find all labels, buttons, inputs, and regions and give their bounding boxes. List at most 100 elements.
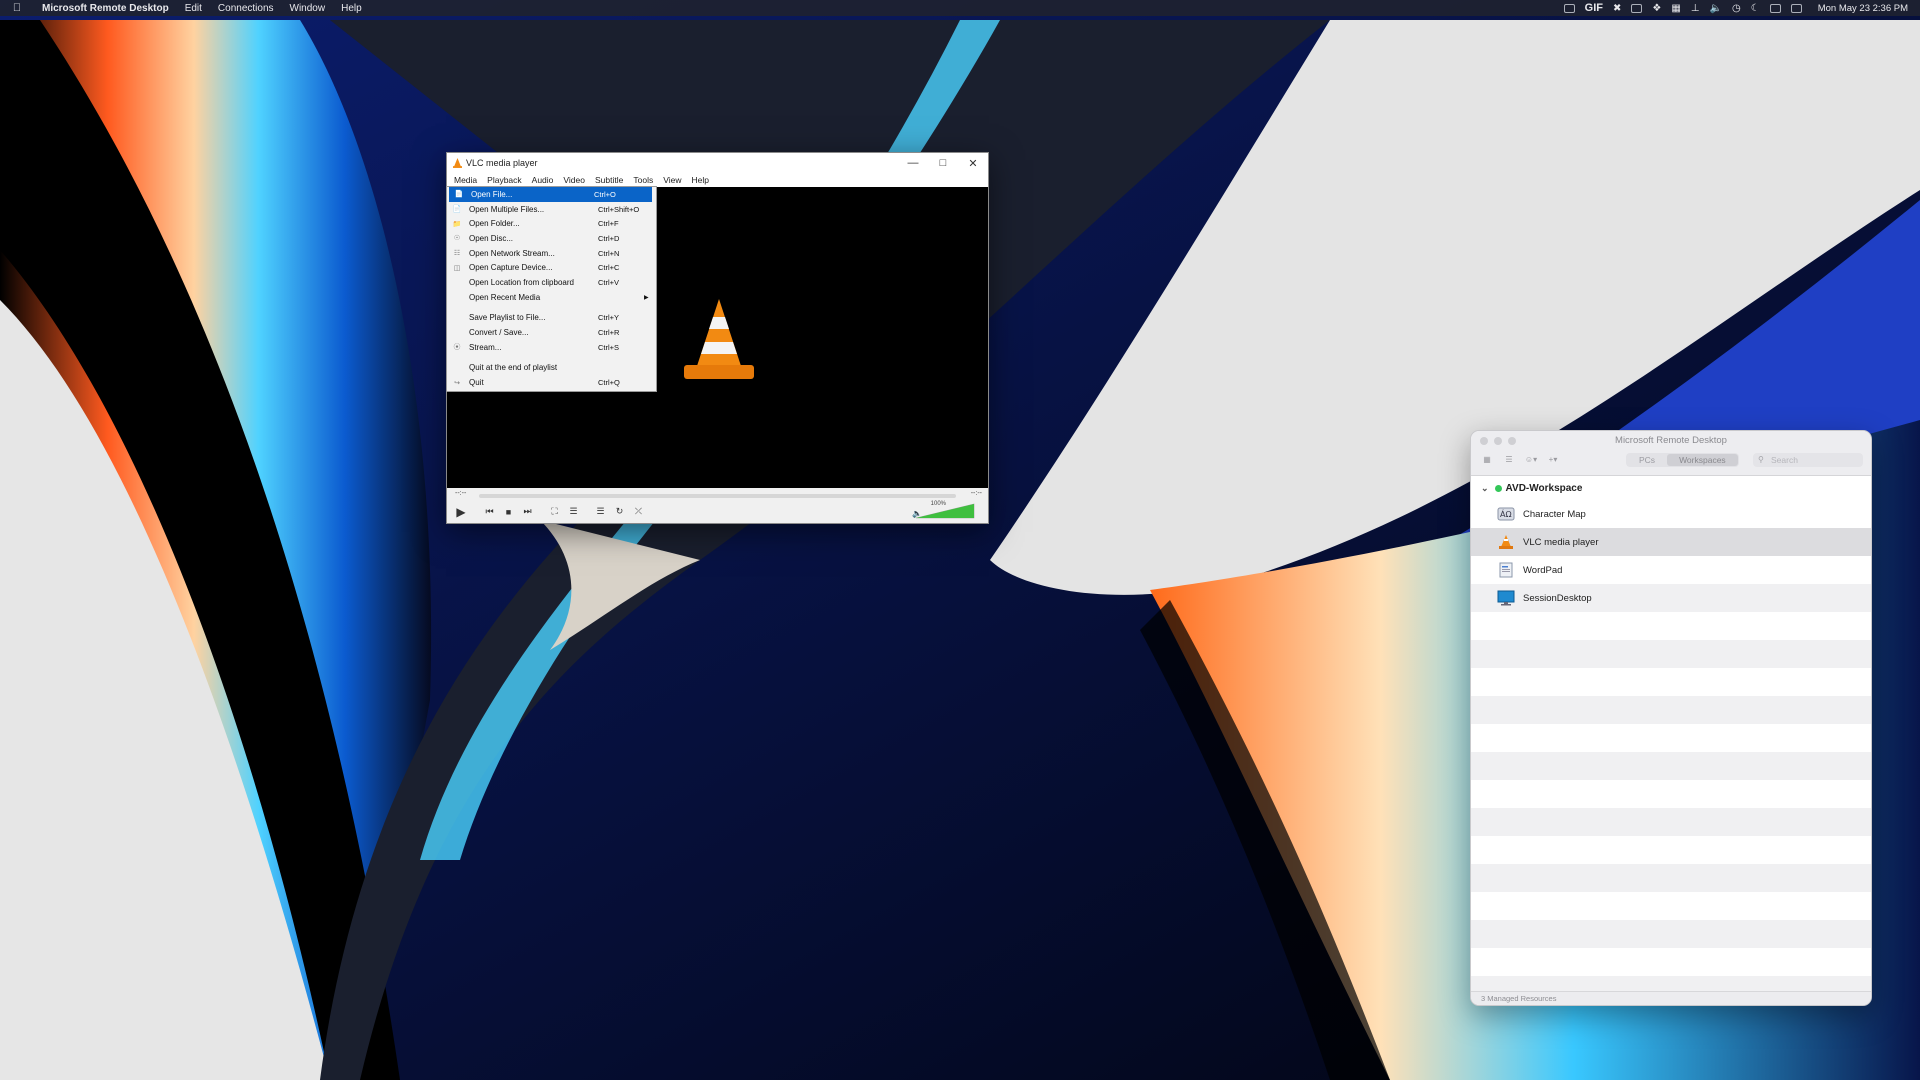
menu-item-label: Open Capture Device... [469, 263, 553, 273]
volume-icon[interactable]: 🔈 [1710, 3, 1722, 14]
camera-icon[interactable] [1631, 3, 1643, 13]
workspace-name: AVD-Workspace [1505, 482, 1583, 494]
menu-item-shortcut: Ctrl+Q [598, 378, 620, 388]
previous-button[interactable]: ⏮ [481, 503, 498, 520]
menu-item-open-disc[interactable]: ☉ Open Disc... Ctrl+D [447, 231, 656, 246]
search-icon: ⚲ [1758, 455, 1764, 464]
dropbox-icon[interactable]: ❖ [1652, 3, 1661, 14]
menu-item-open-location-from-clipboard[interactable]: Open Location from clipboard Ctrl+V [447, 275, 656, 290]
svg-text:ÁΩ: ÁΩ [1500, 508, 1512, 519]
shuffle-button[interactable]: ⤫ [630, 503, 647, 520]
empty-row [1471, 948, 1871, 976]
vlc-menu-help[interactable]: Help [686, 175, 713, 185]
menu-item-shortcut: Ctrl+S [598, 342, 620, 352]
vlc-menu-bar: Media Playback Audio Video Subtitle Tool… [447, 173, 988, 187]
menu-window[interactable]: Window [282, 3, 334, 14]
k-app-icon[interactable]: ✖ [1613, 3, 1621, 14]
app-name: VLC media player [1523, 536, 1599, 548]
menu-item-shortcut: Ctrl+R [598, 328, 620, 338]
list-view-icon[interactable]: ☰ [1501, 453, 1517, 467]
list-item-wordpad[interactable]: WordPad [1471, 556, 1871, 584]
vlc-menu-view[interactable]: View [658, 175, 686, 185]
mrd-toolbar: Microsoft Remote Desktop ▦ ☰ ☺▾ +▾ PCs W… [1471, 431, 1871, 476]
search-placeholder: Search [1771, 455, 1798, 465]
vlc-menu-media[interactable]: Media [449, 175, 482, 185]
menu-item-open-multiple-files[interactable]: 📄 Open Multiple Files... Ctrl+Shift+O [447, 202, 656, 217]
tab-pcs[interactable]: PCs [1627, 454, 1667, 466]
apple-menu-icon[interactable]:  [0, 2, 34, 14]
loop-button[interactable]: ↻ [611, 503, 628, 520]
maximize-button[interactable]: □ [928, 157, 958, 170]
menu-item-quit-at-the-end-of-playlist[interactable]: Quit at the end of playlist [447, 361, 656, 376]
vlc-titlebar[interactable]: VLC media player — □ ✕ [447, 153, 988, 173]
menu-item-quit[interactable]: ↪ Quit Ctrl+Q [447, 375, 656, 390]
empty-row [1471, 808, 1871, 836]
seek-bar[interactable] [479, 494, 956, 498]
network-icon: ☷ [453, 250, 461, 258]
empty-row [1471, 920, 1871, 948]
pin-icon[interactable]: ⊥ [1691, 3, 1700, 14]
vlc-icon [1497, 534, 1515, 550]
menu-item-open-capture-device[interactable]: ◫ Open Capture Device... Ctrl+C [447, 260, 656, 275]
total-time: --:-- [970, 490, 982, 497]
wordpad-icon [1497, 562, 1515, 578]
workspace-group-header[interactable]: ⌄ AVD-Workspace [1471, 476, 1871, 500]
tab-workspaces[interactable]: Workspaces [1667, 454, 1738, 466]
vlc-menu-playback[interactable]: Playback [482, 175, 527, 185]
vlc-menu-tools[interactable]: Tools [628, 175, 658, 185]
app-name: WordPad [1523, 564, 1563, 576]
menu-item-shortcut: Ctrl+Shift+O [598, 204, 640, 214]
menu-item-stream[interactable]: ⦿ Stream... Ctrl+S [447, 340, 656, 355]
list-item-character-map[interactable]: ÁΩ Character Map [1471, 500, 1871, 528]
menu-item-open-file[interactable]: 📄 Open File... Ctrl+O [449, 187, 652, 202]
menu-edit[interactable]: Edit [177, 3, 210, 14]
stream-icon: ⦿ [453, 344, 461, 352]
display-icon[interactable] [1769, 3, 1781, 13]
vlc-logo-cone [684, 299, 754, 379]
clock-icon[interactable]: ◷ [1732, 3, 1741, 14]
stop-button[interactable]: ■ [500, 503, 517, 520]
menu-item-shortcut: Ctrl+N [598, 248, 620, 258]
menu-help[interactable]: Help [333, 3, 370, 14]
search-input[interactable]: ⚲ Search [1753, 453, 1863, 467]
menu-item-convert-save[interactable]: Convert / Save... Ctrl+R [447, 325, 656, 340]
extended-settings-button[interactable]: ☰ [565, 503, 582, 520]
gif-capture-icon[interactable]: GIF [1585, 2, 1603, 14]
list-item-session-desktop[interactable]: SessionDesktop [1471, 584, 1871, 612]
media-dropdown-menu: 📄 Open File... Ctrl+O 📄 Open Multiple Files.… [446, 186, 657, 392]
app-menu[interactable]: Microsoft Remote Desktop [34, 3, 177, 14]
menu-clock[interactable]: Mon May 23 2:36 PM [1818, 3, 1908, 14]
empty-row [1471, 780, 1871, 808]
menu-item-save-playlist-to-file[interactable]: Save Playlist to File... Ctrl+Y [447, 311, 656, 326]
playlist-button[interactable]: ☰ [592, 503, 609, 520]
play-button[interactable]: ▶ [451, 503, 471, 520]
fullscreen-button[interactable]: ⛶ [546, 503, 563, 520]
vlc-menu-subtitle[interactable]: Subtitle [590, 175, 628, 185]
chevron-down-icon[interactable]: ⌄ [1481, 483, 1489, 494]
grid-view-icon[interactable]: ▦ [1479, 453, 1495, 467]
remote-desktop-window: Microsoft Remote Desktop ▦ ☰ ☺▾ +▾ PCs W… [1470, 430, 1872, 1006]
disc-icon: ☉ [453, 235, 461, 243]
empty-row [1471, 696, 1871, 724]
minimize-button[interactable]: — [898, 157, 928, 170]
volume-slider[interactable] [914, 502, 976, 520]
menu-item-open-folder[interactable]: 📁 Open Folder... Ctrl+F [447, 216, 656, 231]
moon-icon[interactable]: ☾ [1751, 3, 1760, 14]
menu-item-shortcut: Ctrl+O [594, 189, 616, 199]
vlc-menu-audio[interactable]: Audio [527, 175, 559, 185]
screen-icon[interactable] [1563, 3, 1575, 13]
vlc-menu-video[interactable]: Video [558, 175, 590, 185]
close-button[interactable]: ✕ [958, 157, 988, 170]
list-item-vlc[interactable]: VLC media player [1471, 528, 1871, 556]
menu-item-open-recent-media[interactable]: Open Recent Media ▶ [447, 290, 656, 305]
menu-connections[interactable]: Connections [210, 3, 282, 14]
grid-icon[interactable]: ▦ [1671, 3, 1680, 14]
add-menu-icon[interactable]: +▾ [1545, 453, 1561, 467]
menu-item-open-network-stream[interactable]: ☷ Open Network Stream... Ctrl+N [447, 246, 656, 261]
next-button[interactable]: ⏭ [519, 503, 536, 520]
control-center-icon[interactable] [1790, 3, 1802, 13]
character-map-icon: ÁΩ [1497, 506, 1515, 522]
user-menu-icon[interactable]: ☺▾ [1523, 453, 1539, 467]
menu-item-label: Open Multiple Files... [469, 204, 545, 214]
menu-item-shortcut: Ctrl+C [598, 263, 620, 273]
